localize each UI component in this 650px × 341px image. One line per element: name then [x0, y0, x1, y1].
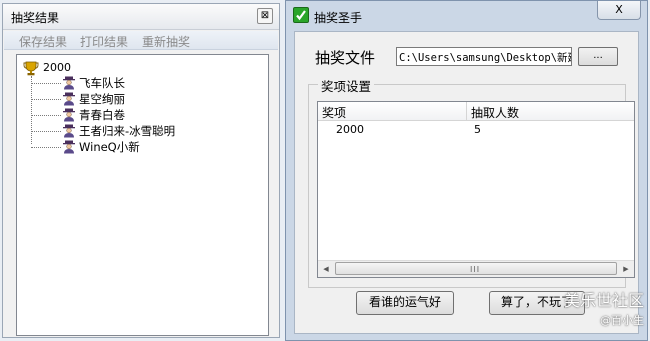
result-window-titlebar[interactable]: 抽奖结果 ⊠	[3, 4, 279, 30]
tree-root-label: 2000	[43, 61, 71, 74]
person-icon	[63, 108, 75, 122]
prize-settings-title: 奖项设置	[318, 76, 375, 95]
trophy-icon	[23, 61, 39, 76]
person-icon	[63, 76, 75, 90]
result-tree[interactable]: 2000 飞车队长 星空绚丽 青春白卷 王者归来-冰雪聪明 WineQ小新	[16, 54, 269, 336]
tree-node-label: WineQ小新	[79, 140, 140, 154]
scroll-right-icon[interactable]: ▶	[618, 261, 634, 277]
file-path-input[interactable]: C:\Users\samsung\Desktop\新建	[396, 47, 572, 66]
result-window-title: 抽奖结果	[11, 11, 60, 25]
horizontal-scrollbar[interactable]: ◀ III ▶	[318, 260, 634, 277]
browse-button[interactable]: ...	[578, 47, 618, 66]
menu-redraw[interactable]: 重新抽奖	[142, 33, 190, 50]
draw-button[interactable]: 看谁的运气好	[356, 291, 454, 315]
menu-print-results[interactable]: 打印结果	[80, 33, 128, 50]
tree-node-label: 王者归来-冰雪聪明	[79, 124, 176, 138]
cell-draw-count: 5	[474, 123, 481, 136]
person-icon	[63, 124, 75, 138]
app-icon	[293, 7, 309, 23]
cell-prize: 2000	[336, 123, 364, 136]
tree-node-label: 飞车队长	[79, 76, 125, 90]
column-prize[interactable]: 奖项	[322, 104, 346, 121]
watermark-author: @百小生	[600, 314, 644, 327]
person-icon	[63, 92, 75, 106]
menu-save-results[interactable]: 保存结果	[19, 33, 67, 50]
scroll-left-icon[interactable]: ◀	[318, 261, 334, 277]
result-window: 抽奖结果 ⊠ 保存结果 打印结果 重新抽奖 2000 飞车队长 星空绚丽 青春白…	[2, 3, 280, 338]
watermark: 美乐世社区 @百小生	[564, 287, 644, 328]
scrollbar-thumb[interactable]: III	[335, 262, 617, 275]
table-row[interactable]: 2000 5	[318, 123, 634, 139]
result-menubar: 保存结果 打印结果 重新抽奖	[4, 31, 278, 50]
lottery-file-label: 抽奖文件	[315, 49, 376, 67]
watermark-title: 美乐世社区	[563, 291, 644, 310]
lottery-window-title: 抽奖圣手	[314, 11, 363, 25]
close-icon[interactable]: ⊠	[257, 8, 273, 24]
tree-node-label: 星空绚丽	[79, 92, 125, 106]
prize-list[interactable]: 奖项 抽取人数 2000 5 ◀ III ▶	[317, 101, 635, 278]
tree-node-label: 青春白卷	[79, 108, 125, 122]
close-button[interactable]: X	[597, 1, 641, 20]
lottery-window-titlebar[interactable]: 抽奖圣手 X	[286, 1, 647, 29]
prize-list-header: 奖项 抽取人数	[318, 102, 634, 121]
column-draw-count[interactable]: 抽取人数	[471, 104, 519, 121]
person-icon	[63, 140, 75, 154]
scrollbar-grip: III	[470, 265, 481, 274]
tree-connector	[31, 76, 32, 144]
